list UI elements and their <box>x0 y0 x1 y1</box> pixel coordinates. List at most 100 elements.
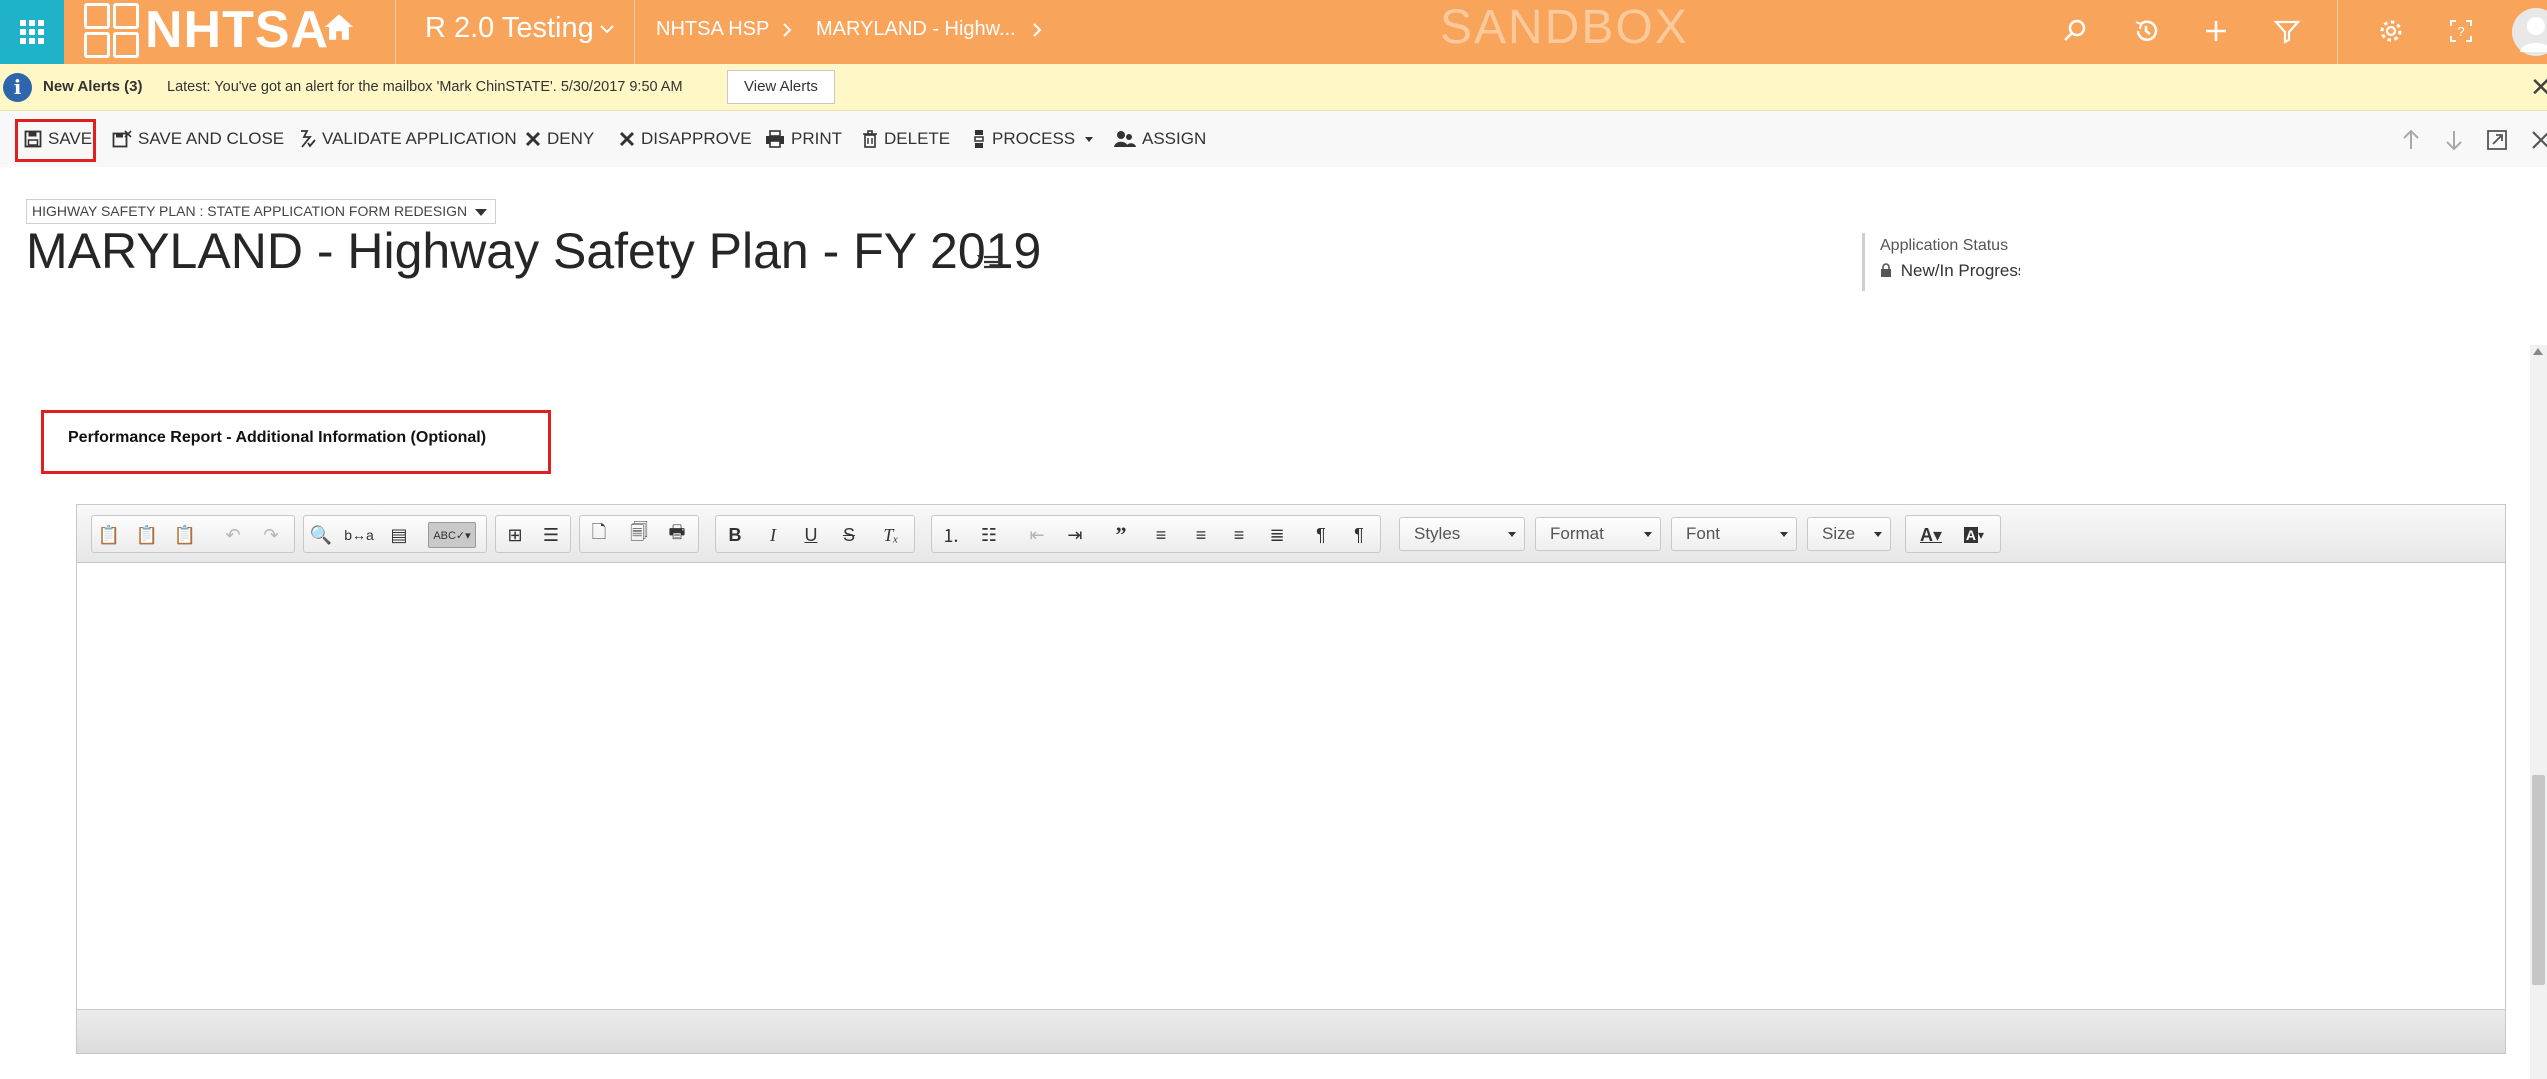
toolbar-group-colors: A▾ A ▾ <box>1905 515 2001 553</box>
preview-icon[interactable]: 🗐 <box>626 522 652 548</box>
process-icon <box>974 130 984 148</box>
validate-application-button[interactable]: VALIDATE APPLICATION <box>298 123 517 155</box>
font-dropdown[interactable]: Font <box>1671 517 1797 551</box>
toolbar-group-basic-styles: B I U S Tₓ <box>715 515 915 553</box>
paste-icon[interactable]: 📋 <box>96 522 122 548</box>
nav-divider <box>395 0 396 64</box>
process-button[interactable]: PROCESS <box>972 123 1101 155</box>
status-value: New/In Progress <box>1900 261 2020 280</box>
ltr-direction-icon[interactable]: ¶ <box>1308 522 1334 548</box>
form-selector-label: HIGHWAY SAFETY PLAN : STATE APPLICATION … <box>32 203 468 219</box>
replace-icon[interactable]: b↔a <box>344 522 374 548</box>
print-button[interactable]: PRINT <box>765 123 842 155</box>
assign-label: ASSIGN <box>1142 129 1207 148</box>
chevron-down-icon[interactable] <box>598 20 616 38</box>
chevron-right-icon <box>783 23 792 37</box>
remove-format-icon[interactable]: Tₓ <box>878 522 904 548</box>
printer-icon <box>766 130 784 148</box>
help-icon[interactable]: ? <box>2446 16 2476 46</box>
caret-down-icon <box>1874 532 1882 537</box>
numbered-list-icon[interactable]: ⒈ <box>938 522 964 548</box>
home-icon[interactable] <box>322 10 356 44</box>
app-title[interactable]: R 2.0 Testing <box>425 12 594 45</box>
underline-icon[interactable]: U <box>798 522 824 548</box>
caret-down-icon <box>475 209 488 216</box>
page-scrollbar[interactable] <box>2530 345 2547 1079</box>
deny-button[interactable]: DENY <box>525 123 594 155</box>
history-icon[interactable] <box>2131 16 2161 46</box>
plus-icon[interactable] <box>2201 16 2231 46</box>
paste-text-icon[interactable]: 📋 <box>134 522 160 548</box>
styles-dropdown[interactable]: Styles <box>1399 517 1525 551</box>
section-title: Performance Report - Additional Informat… <box>68 429 487 446</box>
deny-x-icon <box>525 131 541 147</box>
toolbar-group-insert: ⊞ ☰ <box>495 515 571 553</box>
undo-icon[interactable]: ↶ <box>220 522 246 548</box>
select-all-icon[interactable]: ▤ <box>386 522 412 548</box>
alert-bar: i New Alerts (3) Latest: You've got an a… <box>0 64 2547 111</box>
popout-icon[interactable] <box>2484 127 2510 153</box>
save-label: SAVE <box>48 129 93 148</box>
strikethrough-icon[interactable]: S <box>836 522 862 548</box>
horizontal-rule-icon[interactable]: ☰ <box>538 522 564 548</box>
text-color-icon[interactable]: A▾ <box>1914 522 1948 548</box>
align-right-icon[interactable]: ≡ <box>1226 522 1252 548</box>
redo-icon[interactable]: ↷ <box>258 522 284 548</box>
close-icon[interactable]: ✕ <box>2530 74 2547 100</box>
validate-icon <box>301 130 316 148</box>
record-menu-icon[interactable] <box>976 251 1002 271</box>
align-left-icon[interactable]: ≡ <box>1148 522 1174 548</box>
scrollbar-thumb[interactable] <box>2532 775 2545 985</box>
arrow-down-icon[interactable] <box>2441 127 2467 153</box>
breadcrumb-item-record[interactable]: MARYLAND - Highw... <box>816 18 1016 41</box>
caret-down-icon <box>1508 532 1516 537</box>
gear-icon[interactable] <box>2376 16 2406 46</box>
search-icon[interactable] <box>2060 16 2090 46</box>
print-icon[interactable]: 🖶 <box>664 522 690 548</box>
rtl-direction-icon[interactable]: ¶ <box>1346 522 1372 548</box>
disapprove-button[interactable]: DISAPPROVE <box>619 123 752 155</box>
filter-icon[interactable] <box>2272 16 2302 46</box>
process-label: PROCESS <box>992 129 1076 148</box>
delete-button[interactable]: DELETE <box>862 123 950 155</box>
form-selector-dropdown[interactable]: HIGHWAY SAFETY PLAN : STATE APPLICATION … <box>26 199 497 224</box>
save-button[interactable]: SAVE <box>24 123 92 155</box>
assign-users-icon <box>1114 131 1136 147</box>
bulleted-list-icon[interactable]: ☷ <box>976 522 1002 548</box>
scroll-up-icon[interactable] <box>2533 348 2543 355</box>
new-page-icon[interactable]: 🗋 <box>586 522 612 548</box>
editor-content-area[interactable] <box>77 563 2505 1011</box>
nhtsa-logo[interactable]: NHTSA <box>84 0 329 60</box>
find-icon[interactable]: 🔍 <box>308 522 334 548</box>
breadcrumb-item-nhtsa-hsp[interactable]: NHTSA HSP <box>656 18 769 41</box>
chevron-right-icon[interactable] <box>1030 20 1044 40</box>
save-and-close-button[interactable]: SAVE AND CLOSE <box>112 123 284 155</box>
background-color-icon[interactable]: A ▾ <box>1956 522 1992 548</box>
italic-icon[interactable]: I <box>760 522 786 548</box>
spellcheck-icon[interactable]: ABC✓▾ <box>428 522 476 548</box>
size-dropdown[interactable]: Size <box>1807 517 1891 551</box>
justify-icon[interactable]: ≣ <box>1264 522 1290 548</box>
caret-down-icon <box>1644 532 1652 537</box>
paste-from-word-icon[interactable]: 📋 <box>172 522 198 548</box>
bold-icon[interactable]: B <box>722 522 748 548</box>
table-icon[interactable]: ⊞ <box>502 522 528 548</box>
indent-icon[interactable]: ⇥ <box>1062 522 1088 548</box>
align-center-icon[interactable]: ≡ <box>1188 522 1214 548</box>
view-alerts-button[interactable]: View Alerts <box>727 70 835 104</box>
close-form-icon[interactable] <box>2528 127 2547 153</box>
delete-label: DELETE <box>884 129 951 148</box>
section-header: Performance Report - Additional Informat… <box>41 410 551 474</box>
blockquote-icon[interactable]: ” <box>1108 522 1134 548</box>
size-dropdown-label: Size <box>1822 524 1856 543</box>
arrow-up-icon[interactable] <box>2398 127 2424 153</box>
application-status-field: Application Status New/In Progress <box>1862 233 2112 291</box>
alert-title: New Alerts (3) <box>43 78 143 95</box>
caret-down-icon <box>1780 532 1788 537</box>
assign-button[interactable]: ASSIGN <box>1114 123 1206 155</box>
outdent-icon[interactable]: ⇤ <box>1024 522 1050 548</box>
user-avatar-icon[interactable] <box>2512 6 2547 58</box>
app-launcher-button[interactable] <box>0 0 64 64</box>
format-dropdown-label: Format <box>1550 524 1604 543</box>
format-dropdown[interactable]: Format <box>1535 517 1661 551</box>
